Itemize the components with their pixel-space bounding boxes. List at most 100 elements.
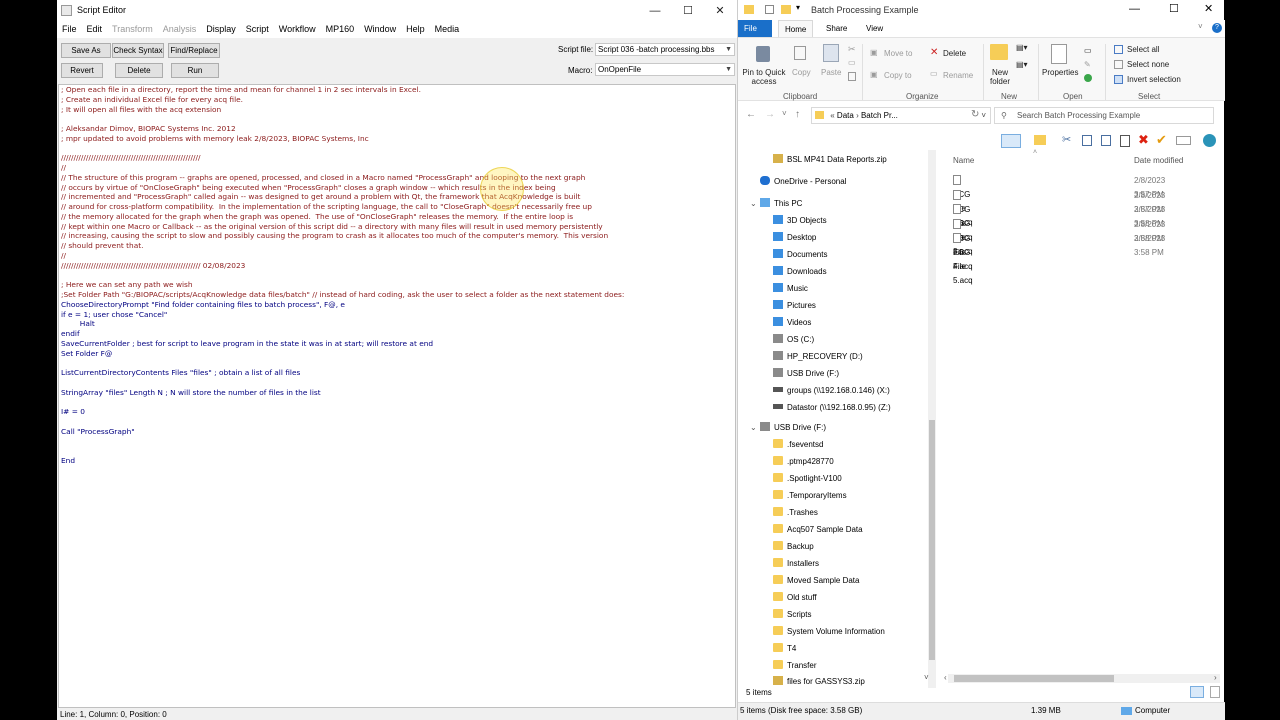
help-icon[interactable]: ?: [1212, 23, 1222, 33]
move-to-button[interactable]: Move to: [884, 49, 912, 58]
paste-icon[interactable]: [1120, 135, 1130, 147]
nav-item[interactable]: Downloads: [773, 264, 827, 280]
scrollbar-thumb[interactable]: [954, 675, 1114, 682]
close-button[interactable]: ✕: [710, 3, 730, 19]
file-row[interactable]: ECG File 3.acq: [953, 203, 973, 256]
easy-access-icon[interactable]: ▤▾: [1016, 60, 1028, 69]
menu-edit[interactable]: Edit: [82, 22, 108, 36]
qat-dropdown-icon[interactable]: ▾: [796, 3, 800, 12]
file-row[interactable]: ECG File 4.acq: [953, 218, 973, 271]
minimize-button[interactable]: —: [1129, 3, 1140, 15]
pane-toggle-icon[interactable]: [1001, 134, 1021, 148]
new-folder-button[interactable]: New folder: [986, 68, 1014, 86]
chevron-down-icon[interactable]: ˅: [981, 108, 986, 123]
copy-icon[interactable]: [1082, 135, 1092, 146]
column-date-modified[interactable]: Date modified: [1134, 156, 1183, 165]
nav-item[interactable]: BSL MP41 Data Reports.zip: [773, 152, 887, 168]
nav-item[interactable]: Moved Sample Data: [773, 573, 859, 589]
recent-locations-icon[interactable]: ˅: [782, 109, 787, 118]
nav-item[interactable]: .Trashes: [773, 505, 818, 521]
menu-help[interactable]: Help: [401, 22, 430, 36]
nav-item[interactable]: T4: [773, 641, 796, 657]
cut-icon[interactable]: ✂: [1062, 133, 1071, 146]
scroll-down-icon[interactable]: ˅: [924, 673, 929, 682]
nav-item[interactable]: Acq507 Sample Data: [773, 522, 863, 538]
run-button[interactable]: Run: [171, 63, 219, 78]
breadcrumb-data[interactable]: Data: [837, 111, 854, 120]
nav-item[interactable]: .Spotlight-V100: [773, 471, 842, 487]
invert-selection-button[interactable]: Invert selection: [1127, 75, 1181, 84]
nav-item[interactable]: Desktop: [773, 230, 816, 246]
new-folder-icon[interactable]: [1034, 135, 1046, 145]
nav-item[interactable]: Backup: [773, 539, 814, 555]
details-view-icon[interactable]: [1190, 686, 1204, 698]
cut-icon[interactable]: ✂: [848, 44, 856, 55]
nav-item[interactable]: .fseventsd: [773, 437, 823, 453]
nav-item[interactable]: ⌄ This PC: [750, 196, 802, 212]
tab-share[interactable]: Share: [820, 20, 853, 37]
find-replace-button[interactable]: Find/Replace: [168, 43, 220, 58]
nav-item[interactable]: OneDrive - Personal: [760, 174, 846, 190]
breadcrumb-current[interactable]: Batch Pr...: [861, 111, 898, 120]
copy-path-icon[interactable]: ▭: [848, 58, 856, 67]
file-row[interactable]: ECG File 1.acq: [953, 174, 973, 227]
select-all-button[interactable]: Select all: [1127, 45, 1159, 54]
nav-item[interactable]: groups (\\192.168.0.146) (X:): [773, 383, 890, 399]
column-name[interactable]: Name: [953, 156, 974, 165]
minimize-button[interactable]: —: [645, 3, 665, 19]
delete-icon[interactable]: ✖: [1138, 132, 1149, 148]
up-arrow-icon[interactable]: ↑: [795, 109, 800, 120]
nav-item[interactable]: Transfer: [773, 658, 817, 674]
forward-arrow-icon[interactable]: →: [765, 109, 775, 120]
scroll-left-icon[interactable]: ‹: [944, 673, 947, 682]
globe-icon[interactable]: [1203, 134, 1216, 147]
nav-item[interactable]: System Volume Information: [773, 624, 885, 640]
macro-select[interactable]: OnOpenFile ▼: [595, 63, 735, 76]
menu-display[interactable]: Display: [201, 22, 241, 36]
maximize-button[interactable]: ☐: [678, 3, 698, 19]
delete-button[interactable]: Delete: [115, 63, 163, 78]
revert-button[interactable]: Revert: [61, 63, 103, 78]
menu-analysis[interactable]: Analysis: [158, 22, 202, 36]
nav-item[interactable]: Datastor (\\192.168.0.95) (Z:): [773, 400, 891, 416]
nav-item[interactable]: OS (C:): [773, 332, 814, 348]
nav-item[interactable]: ⌄ USB Drive (F:): [750, 420, 826, 436]
menu-media[interactable]: Media: [430, 22, 465, 36]
nav-item[interactable]: .TemporaryItems: [773, 488, 847, 504]
copy-to-button[interactable]: Copy to: [884, 71, 912, 80]
checkmark-icon[interactable]: ✔: [1156, 132, 1167, 148]
nav-item[interactable]: Old stuff: [773, 590, 817, 606]
copy-button[interactable]: Copy: [792, 68, 811, 77]
nav-item[interactable]: Installers: [773, 556, 819, 572]
menu-transform[interactable]: Transform: [107, 22, 158, 36]
rename-icon[interactable]: [1176, 136, 1191, 145]
nav-item[interactable]: Scripts: [773, 607, 811, 623]
file-row[interactable]: ECG File 5.acq: [953, 232, 973, 285]
new-folder-qat-icon[interactable]: [781, 5, 791, 14]
file-row[interactable]: ECG File 2.acq: [953, 189, 973, 242]
delete-button[interactable]: Delete: [943, 49, 966, 58]
search-input[interactable]: ⚲ Search Batch Processing Example: [994, 107, 1214, 124]
paste-button[interactable]: Paste: [821, 68, 841, 77]
select-none-button[interactable]: Select none: [1127, 60, 1169, 69]
nav-item[interactable]: HP_RECOVERY (D:): [773, 349, 863, 365]
menu-window[interactable]: Window: [359, 22, 401, 36]
nav-item[interactable]: 3D Objects: [773, 213, 827, 229]
check-syntax-button[interactable]: Check Syntax: [112, 43, 164, 58]
ribbon-collapse-icon[interactable]: ˅: [1198, 22, 1203, 31]
paste-shortcut-icon[interactable]: [848, 72, 856, 81]
address-bar[interactable]: « Data › Batch Pr... ˅: [811, 107, 991, 124]
large-icons-view-icon[interactable]: [1210, 686, 1220, 698]
edit-icon[interactable]: ✎: [1084, 60, 1091, 69]
script-file-select[interactable]: Script 036 -batch processing.bbs ▼: [595, 43, 735, 56]
new-item-icon[interactable]: ▤▾: [1016, 43, 1028, 52]
menu-file[interactable]: File: [57, 22, 82, 36]
rename-button[interactable]: Rename: [943, 71, 973, 80]
close-button[interactable]: ✕: [1204, 2, 1213, 15]
nav-item[interactable]: Pictures: [773, 298, 816, 314]
properties-button[interactable]: Properties: [1042, 68, 1078, 77]
pin-quick-access-button[interactable]: Pin to Quick access: [741, 68, 787, 86]
maximize-button[interactable]: ☐: [1169, 2, 1179, 15]
copy-icon[interactable]: [1101, 135, 1111, 146]
scroll-right-icon[interactable]: ›: [1214, 673, 1217, 682]
